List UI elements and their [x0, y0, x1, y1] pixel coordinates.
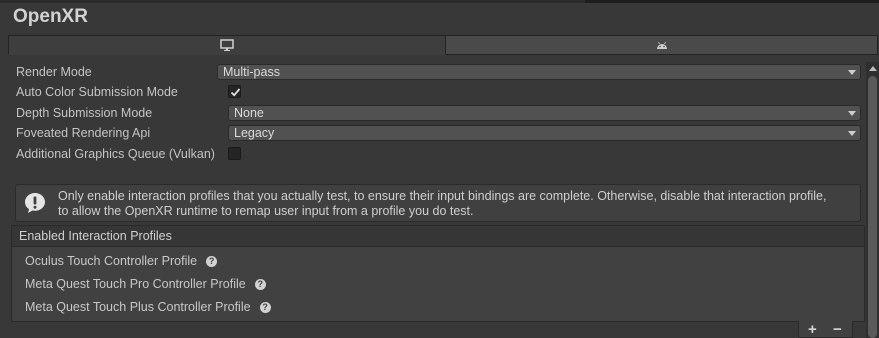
help-box: Only enable interaction profiles that yo…	[15, 184, 861, 222]
additional-queue-row: Additional Graphics Queue (Vulkan)	[16, 145, 861, 163]
additional-queue-checkbox[interactable]	[228, 147, 241, 160]
list-header-label: Enabled Interaction Profiles	[19, 229, 172, 243]
tab-android[interactable]	[446, 35, 878, 55]
auto-color-row: Auto Color Submission Mode	[16, 83, 861, 101]
help-text-line1: Only enable interaction profiles that yo…	[58, 189, 827, 203]
depth-mode-dropdown[interactable]: None	[228, 105, 861, 121]
top-tab-strip	[585, 0, 879, 3]
help-text: Only enable interaction profiles that yo…	[58, 189, 858, 219]
remove-profile-button[interactable]: −	[833, 321, 842, 338]
chevron-down-icon	[848, 70, 856, 75]
interaction-profiles-list: Enabled Interaction Profiles Oculus Touc…	[11, 225, 865, 322]
monitor-icon	[220, 39, 234, 51]
foveated-api-value: Legacy	[234, 126, 275, 140]
chevron-down-icon	[848, 131, 856, 136]
render-mode-label: Render Mode	[16, 65, 92, 79]
profile-label: Meta Quest Touch Plus Controller Profile	[25, 300, 251, 314]
platform-tabs	[8, 35, 878, 56]
list-footer: + −	[798, 321, 853, 338]
chevron-down-icon	[848, 111, 856, 116]
scroll-thumb[interactable]	[868, 76, 877, 338]
checkmark-icon	[230, 88, 241, 97]
vertical-scrollbar[interactable]	[866, 62, 879, 338]
auto-color-label: Auto Color Submission Mode	[16, 85, 178, 99]
warning-icon	[25, 193, 45, 213]
list-header: Enabled Interaction Profiles	[12, 226, 864, 247]
help-icon[interactable]: ?	[206, 255, 218, 267]
page-title: OpenXR	[13, 6, 88, 27]
foveated-api-dropdown[interactable]: Legacy	[228, 125, 861, 141]
help-text-line2: to allow the OpenXR runtime to remap use…	[58, 204, 474, 218]
add-profile-button[interactable]: +	[808, 321, 817, 338]
depth-mode-label: Depth Submission Mode	[16, 106, 153, 120]
additional-queue-label: Additional Graphics Queue (Vulkan)	[16, 147, 215, 161]
render-mode-value: Multi-pass	[223, 65, 280, 79]
foveated-api-label: Foveated Rendering Api	[16, 126, 151, 140]
list-item[interactable]: Meta Quest Touch Plus Controller Profile…	[25, 298, 271, 316]
profile-label: Oculus Touch Controller Profile	[25, 254, 198, 268]
android-icon	[656, 41, 667, 49]
tab-standalone[interactable]	[8, 35, 446, 55]
depth-mode-value: None	[234, 106, 264, 120]
list-item[interactable]: Meta Quest Touch Pro Controller Profile …	[25, 275, 266, 293]
scroll-up-icon[interactable]	[869, 66, 877, 71]
auto-color-checkbox[interactable]	[228, 85, 241, 98]
render-mode-dropdown[interactable]: Multi-pass	[217, 64, 861, 80]
help-icon[interactable]: ?	[254, 278, 266, 290]
list-item[interactable]: Oculus Touch Controller Profile ?	[25, 252, 218, 270]
help-icon[interactable]: ?	[259, 301, 271, 313]
profile-label: Meta Quest Touch Pro Controller Profile	[25, 277, 246, 291]
